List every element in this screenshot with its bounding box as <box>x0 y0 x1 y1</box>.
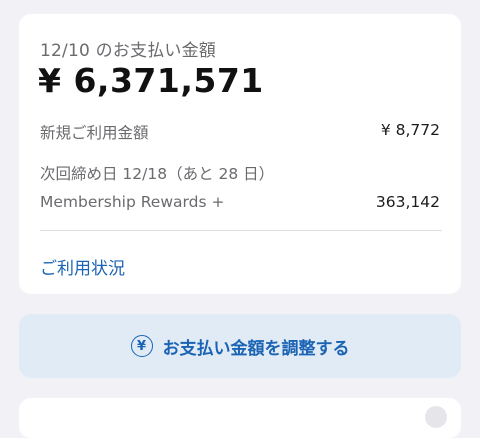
next-card <box>19 398 461 438</box>
yen-circle-icon: ¥ <box>130 335 153 357</box>
new-usage-label: 新規ご利用金額 <box>40 124 149 142</box>
new-usage-value: ¥ 8,772 <box>380 121 440 139</box>
rewards-label: Membership Rewards + <box>40 193 225 211</box>
adjust-payment-button[interactable]: ¥ お支払い金額を調整する <box>19 314 461 378</box>
rewards-row: Membership Rewards + 363,142 <box>40 193 440 211</box>
usage-status-link[interactable]: ご利用状況 <box>40 254 125 279</box>
new-usage-row: 新規ご利用金額 ¥ 8,772 <box>40 121 440 143</box>
divider <box>40 230 442 231</box>
closing-date-row: 次回締め日 12/18（あと 28 日） <box>40 162 440 184</box>
next-card-icon <box>425 406 447 428</box>
payment-amount: ¥ 6,371,571 <box>38 61 264 100</box>
due-date-label: 12/10 のお支払い金額 <box>40 41 216 61</box>
rewards-value: 363,142 <box>375 193 440 211</box>
closing-date-label: 次回締め日 12/18（あと 28 日） <box>40 165 275 183</box>
adjust-payment-label: お支払い金額を調整する <box>162 338 350 359</box>
payment-summary-card: 12/10 のお支払い金額 ¥ 6,371,571 新規ご利用金額 ¥ 8,77… <box>19 14 461 294</box>
